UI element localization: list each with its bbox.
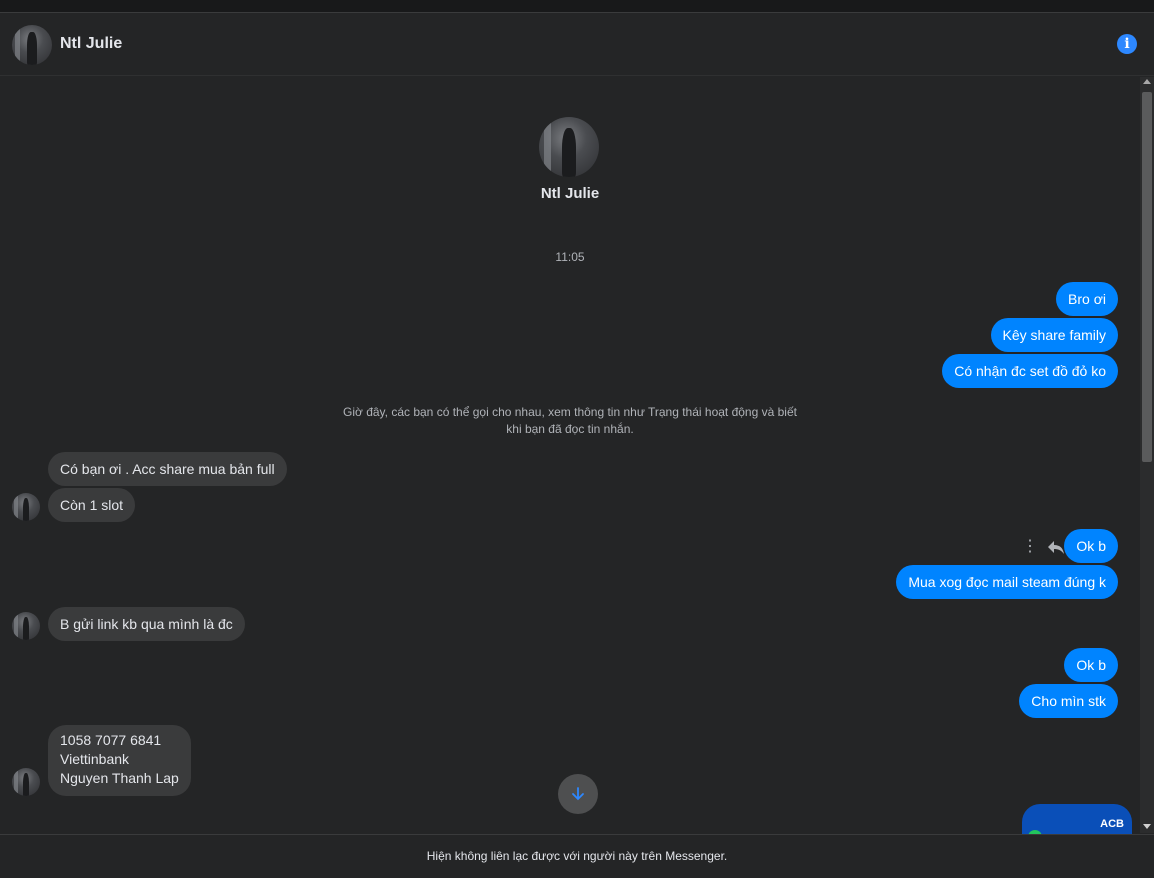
message-line: Nguyen Thanh Lap (60, 770, 179, 786)
sender-avatar[interactable] (12, 768, 40, 796)
scrollbar-thumb[interactable] (1142, 92, 1152, 462)
profile-avatar[interactable] (539, 117, 599, 177)
message-timestamp: 11:05 (555, 250, 585, 264)
info-icon[interactable]: i (1117, 34, 1137, 54)
outgoing-message[interactable]: Ok b (1064, 529, 1118, 563)
sender-avatar[interactable] (12, 612, 40, 640)
scroll-down-arrow[interactable] (1143, 824, 1151, 829)
message-thread: Ntl Julie 11:05 Bro ơi Kêy share family … (0, 77, 1140, 834)
outgoing-message[interactable]: Ok b (1064, 648, 1118, 682)
window-top-strip (0, 0, 1154, 13)
reply-icon[interactable] (1046, 537, 1066, 557)
incoming-message[interactable]: Còn 1 slot (48, 488, 136, 522)
outgoing-message[interactable]: Mua xog đọc mail steam đúng k (896, 565, 1118, 599)
image-message[interactable]: ACB (1022, 804, 1132, 834)
contact-name[interactable]: Ntl Julie (60, 35, 122, 53)
incoming-message[interactable]: 1058 7077 6841 Viettinbank Nguyen Thanh … (48, 725, 191, 796)
outgoing-message[interactable]: Kêy share family (990, 318, 1118, 352)
arrow-down-icon (572, 787, 584, 801)
thread-scrollbar[interactable] (1140, 77, 1154, 833)
incoming-message[interactable]: B gửi link kb qua mình là đc (48, 607, 245, 641)
incoming-message[interactable]: Có bạn ơi . Acc share mua bản full (48, 452, 287, 486)
more-options-icon[interactable]: ⋮ (1022, 537, 1038, 557)
outgoing-message[interactable]: Bro ơi (1056, 282, 1118, 316)
outgoing-message[interactable]: Có nhận đc set đồ đỏ ko (942, 354, 1118, 388)
message-line: Viettinbank (60, 751, 130, 767)
scroll-up-arrow[interactable] (1143, 79, 1151, 84)
contact-avatar[interactable] (12, 25, 52, 65)
sender-avatar[interactable] (12, 493, 40, 521)
image-caption: ACB (1100, 818, 1124, 830)
system-message: Giờ đây, các bạn có thể gọi cho nhau, xe… (343, 405, 797, 436)
profile-name: Ntl Julie (540, 185, 600, 202)
conversation-header: Ntl Julie i (0, 13, 1154, 76)
outgoing-message[interactable]: Cho mìn stk (1019, 684, 1118, 718)
scroll-to-bottom-button[interactable] (558, 774, 598, 814)
unavailable-notice: Hiện không liên lạc được với người này t… (0, 834, 1154, 877)
message-line: 1058 7077 6841 (60, 732, 162, 748)
message-actions: ⋮ (1022, 537, 1066, 557)
